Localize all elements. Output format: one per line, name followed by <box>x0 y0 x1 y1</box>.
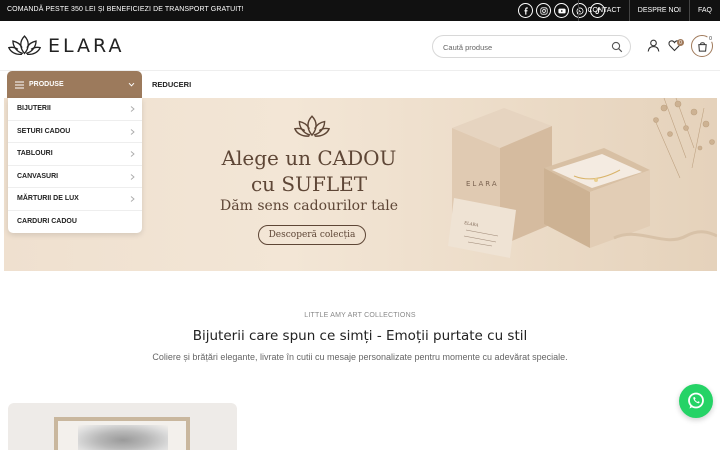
hero-title-line2: cu SUFLET <box>250 172 368 196</box>
site-header: ELARA 0 0 <box>0 21 720 71</box>
nav-link-reduceri[interactable]: REDUCERI <box>152 80 191 89</box>
chevron-right-icon <box>130 151 135 157</box>
hamburger-icon <box>15 81 24 88</box>
search-icon[interactable] <box>611 41 623 53</box>
facebook-icon[interactable] <box>518 3 533 18</box>
menu-item-carduri-cadou[interactable]: CARDURI CADOU <box>8 211 142 234</box>
product-card[interactable] <box>8 403 237 450</box>
menu-item-label: CARDURI CADOU <box>17 218 77 226</box>
account-icon[interactable] <box>647 39 660 52</box>
discover-collection-button[interactable]: Descoperă colecția <box>258 225 366 245</box>
box-brand-text: ELARA <box>466 180 499 188</box>
search-input[interactable] <box>443 41 603 53</box>
about-link[interactable]: DESPRE NOI <box>628 0 689 21</box>
top-links: CONTACT DESPRE NOI FAQ <box>578 0 720 21</box>
chevron-down-icon <box>128 82 135 87</box>
products-menu-button[interactable]: PRODUSE <box>7 71 142 98</box>
menu-item-label: TABLOURI <box>17 150 53 158</box>
section-kicker: LITTLE AMY ART COLLECTIONS <box>304 312 416 319</box>
menu-item-label: CANVASURI <box>17 172 59 180</box>
menu-item-canvasuri[interactable]: CANVASURI <box>8 166 142 188</box>
whatsapp-icon <box>688 392 704 409</box>
chevron-right-icon <box>130 128 135 135</box>
menu-item-tablouri[interactable]: TABLOURI <box>8 143 142 166</box>
hero-text-block: Alege un CADOU cu SUFLET Dăm sens cadour… <box>174 98 444 271</box>
chevron-right-icon <box>130 196 135 202</box>
section-subtext: Coliere și brățări elegante, livrate în … <box>152 352 568 362</box>
menu-item-seturi-cadou[interactable]: SETURI CADOU <box>8 121 142 143</box>
logo-text: ELARA <box>48 35 125 57</box>
logo[interactable]: ELARA <box>8 33 124 59</box>
chevron-right-icon <box>130 106 135 112</box>
main-nav: PRODUSE REDUCERI <box>0 71 720 98</box>
products-menu-label: PRODUSE <box>29 81 64 88</box>
wishlist-count-badge: 0 <box>677 39 684 46</box>
menu-item-label: MĂRTURII DE LUX <box>17 195 79 203</box>
youtube-icon[interactable] <box>554 3 569 18</box>
contact-link[interactable]: CONTACT <box>578 0 628 21</box>
promo-text: COMANDĂ PESTE 350 LEI ȘI BENEFICIEZI DE … <box>7 6 244 13</box>
cart-count-badge: 0 <box>707 35 714 42</box>
menu-item-marturii-de-lux[interactable]: MĂRTURII DE LUX <box>8 188 142 211</box>
menu-item-bijuterii[interactable]: BIJUTERII <box>8 98 142 121</box>
menu-item-label: SETURI CADOU <box>17 127 71 135</box>
instagram-icon[interactable] <box>536 3 551 18</box>
whatsapp-chat-button[interactable] <box>679 384 713 418</box>
gift-box-illustration: ELARA ELARA <box>448 98 717 258</box>
section-heading: Bijuterii care spun ce simți - Emoții pu… <box>192 328 528 344</box>
lotus-icon <box>8 35 41 56</box>
hero-subtitle: Dăm sens cadourilor tale <box>220 198 398 214</box>
hero-title-line1: Alege un CADOU <box>221 146 397 170</box>
menu-item-label: BIJUTERII <box>17 105 51 113</box>
chevron-right-icon <box>130 173 135 180</box>
products-dropdown-menu: BIJUTERII SETURI CADOU TABLOURI CANVASUR… <box>8 98 142 233</box>
top-bar: COMANDĂ PESTE 350 LEI ȘI BENEFICIEZI DE … <box>0 0 720 21</box>
product-image <box>78 425 168 450</box>
shopping-bag-icon <box>697 41 707 52</box>
search-bar <box>432 35 631 58</box>
faq-link[interactable]: FAQ <box>688 0 720 21</box>
lotus-icon <box>294 115 330 137</box>
